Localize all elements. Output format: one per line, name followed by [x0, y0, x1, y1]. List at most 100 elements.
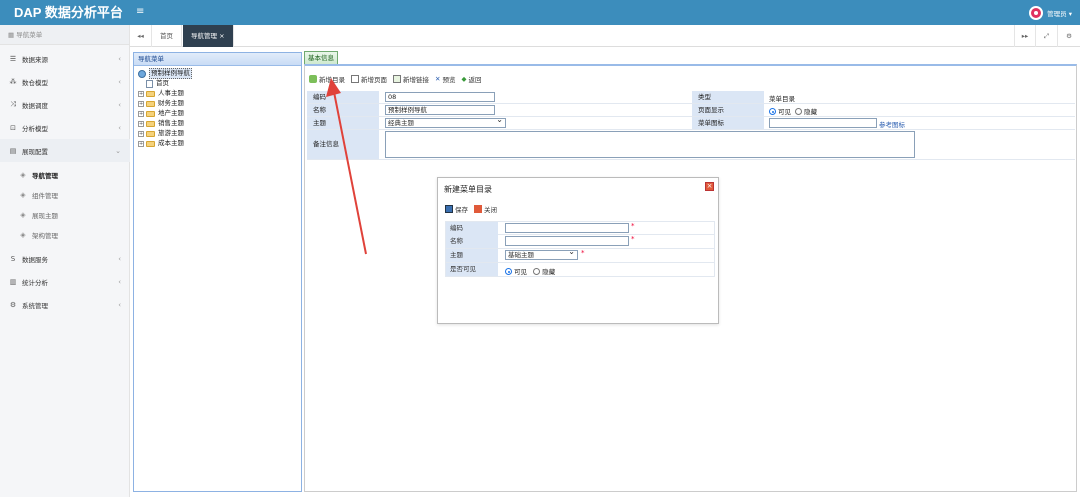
- nav-panel-title: 导航菜单: [134, 53, 301, 66]
- display-label: 页面显示: [692, 104, 764, 116]
- save-button[interactable]: 保存: [445, 204, 468, 214]
- service-icon: S: [10, 254, 16, 263]
- dialog-theme-select[interactable]: 基础主题: [505, 248, 578, 260]
- theme-select[interactable]: 经典主题: [385, 116, 506, 128]
- dialog-toolbar: 保存 关闭: [445, 204, 497, 214]
- page-icon: [146, 79, 153, 88]
- code-field[interactable]: 08: [385, 92, 495, 102]
- folder-icon: [146, 90, 155, 97]
- tab-basic-info[interactable]: 基本信息: [304, 51, 338, 65]
- new-link-button[interactable]: 新增链接: [393, 73, 429, 85]
- chevron-left-icon: ‹: [118, 77, 121, 86]
- folder-icon: [146, 120, 155, 127]
- cubes-icon: ⁂: [9, 77, 17, 86]
- expand-icon[interactable]: +: [138, 130, 144, 137]
- tabs-prev-button[interactable]: ◂◂: [130, 25, 152, 47]
- sidebar-item-warehouse[interactable]: ⁂ 数仓模型 ‹: [0, 70, 130, 93]
- expand-icon[interactable]: +: [138, 120, 144, 127]
- fullscreen-icon[interactable]: ⤢: [1036, 25, 1058, 47]
- required-mark: *: [631, 222, 635, 230]
- ref-icon-link[interactable]: 参考图标: [879, 119, 905, 129]
- sidebar-item-display[interactable]: ▤ 展现配置 ⌄: [0, 139, 130, 162]
- expand-icon[interactable]: +: [138, 140, 144, 147]
- tag-icon: ◈: [20, 211, 26, 219]
- dialog-code-field[interactable]: [505, 223, 629, 233]
- dialog-visible-radio[interactable]: [505, 268, 512, 275]
- add-folder-icon: [309, 75, 317, 83]
- chevron-left-icon: ‹: [118, 123, 121, 132]
- menu-grid-icon: ▦: [8, 31, 17, 39]
- name-field[interactable]: 预制样例导航: [385, 105, 495, 115]
- analysis-icon: ⊡: [10, 123, 16, 132]
- tree-node-travel[interactable]: + 旅游主题: [138, 129, 184, 138]
- tabs-next-button[interactable]: ▸▸: [1014, 25, 1036, 47]
- sidebar-item-stats[interactable]: ▥ 统计分析 ‹: [0, 270, 130, 293]
- display-radio-group: 可见 隐藏: [769, 106, 817, 116]
- preview-button[interactable]: ✕ 预览: [435, 73, 455, 85]
- tab-home[interactable]: 首页: [152, 25, 182, 47]
- add-link-icon: [393, 75, 401, 83]
- tree-node-realestate[interactable]: + 地产主题: [138, 109, 184, 118]
- dialog-name-field[interactable]: [505, 236, 629, 246]
- expand-icon[interactable]: +: [138, 90, 144, 97]
- tree-node-finance[interactable]: + 财务主题: [138, 99, 184, 108]
- close-icon[interactable]: ×: [705, 182, 714, 191]
- avatar: [1029, 5, 1044, 20]
- tree-node-root[interactable]: 预制样例导航: [138, 68, 192, 79]
- bar-chart-icon: ▥: [9, 277, 17, 286]
- sidebar-subitem-component[interactable]: ◈ 组件管理: [0, 185, 130, 205]
- tab-bar: ◂◂ 首页 导航管理 × ▸▸ ⤢ ⚙: [130, 25, 1080, 47]
- tree-node-hr[interactable]: + 人事主题: [138, 89, 184, 98]
- remark-textarea[interactable]: [385, 131, 915, 158]
- dialog-title: 新建菜单目录: [444, 185, 492, 194]
- tree-node-cost[interactable]: + 成本主题: [138, 139, 184, 148]
- tree-node-sales[interactable]: + 销售主题: [138, 119, 184, 128]
- sidebar-subitem-theme[interactable]: ◈ 展现主题: [0, 205, 130, 225]
- app-title[interactable]: DAP 数据分析平台: [0, 0, 130, 25]
- hamburger-icon[interactable]: ≡: [136, 0, 144, 25]
- menu-icon-field[interactable]: [769, 118, 877, 128]
- new-page-button[interactable]: 新增页面: [351, 73, 387, 85]
- preview-icon: ✕: [435, 75, 441, 83]
- sidebar-header: ▦ 导航菜单: [0, 25, 129, 45]
- back-arrow-icon: ◆: [461, 75, 467, 83]
- dialog-hidden-radio[interactable]: [533, 268, 541, 275]
- tab-nav-management[interactable]: 导航管理 ×: [183, 25, 234, 47]
- sidebar-item-scheduling[interactable]: ⤨ 数据调度 ‹: [0, 93, 130, 116]
- dialog-theme-label: 主题: [446, 249, 498, 262]
- code-label: 编码: [307, 91, 379, 103]
- required-mark: *: [631, 235, 635, 243]
- dialog-close-button[interactable]: 关闭: [474, 204, 497, 214]
- chevron-left-icon: ‹: [118, 54, 121, 63]
- form-row-code: 编码 08 类型 菜单目录: [307, 91, 1075, 104]
- hidden-radio[interactable]: [795, 108, 803, 115]
- sidebar-item-system[interactable]: ⚙ 系统管理 ‹: [0, 293, 130, 316]
- sidebar-item-service[interactable]: S 数据服务 ‹: [0, 247, 130, 270]
- chevron-left-icon: ‹: [118, 277, 121, 286]
- chevron-left-icon: ‹: [118, 254, 121, 263]
- dialog-row-visible: 是否可见 可见 隐藏: [445, 263, 715, 277]
- sidebar-subitem-nav[interactable]: ◈ 导航管理: [0, 165, 130, 185]
- user-menu[interactable]: 管理员 ▾: [1029, 0, 1072, 25]
- chevron-left-icon: ‹: [118, 300, 121, 309]
- expand-icon[interactable]: +: [138, 100, 144, 107]
- sidebar-subitem-arch[interactable]: ◈ 架构管理: [0, 225, 130, 245]
- expand-icon[interactable]: +: [138, 110, 144, 117]
- main-toolbar: 新增目录 新增页面 新增链接 ✕ 预览 ◆ 返回: [309, 73, 481, 85]
- new-dir-button[interactable]: 新增目录: [309, 73, 345, 85]
- tree-node-home[interactable]: 首页: [146, 79, 169, 88]
- dialog-row-code: 编码 *: [445, 221, 715, 235]
- dialog-code-label: 编码: [446, 222, 498, 235]
- visible-radio[interactable]: [769, 108, 776, 115]
- nav-tree-panel: 导航菜单: [133, 52, 302, 492]
- dialog-row-theme: 主题 基础主题 *: [445, 248, 715, 263]
- settings-icon[interactable]: ⚙: [1058, 25, 1080, 47]
- cancel-icon: [474, 205, 482, 213]
- sidebar-item-analysis[interactable]: ⊡ 分析模型 ‹: [0, 116, 130, 139]
- dialog-visible-label: 是否可见: [446, 263, 498, 276]
- top-bar: DAP 数据分析平台 ≡ 管理员 ▾: [0, 0, 1080, 25]
- sidebar-item-data-source[interactable]: ☰ 数据来源 ‹: [0, 47, 130, 70]
- back-button[interactable]: ◆ 返回: [461, 73, 481, 85]
- shuffle-icon: ⤨: [10, 100, 16, 108]
- form-row-name: 名称 预制样例导航 页面显示 可见 隐藏: [307, 104, 1075, 117]
